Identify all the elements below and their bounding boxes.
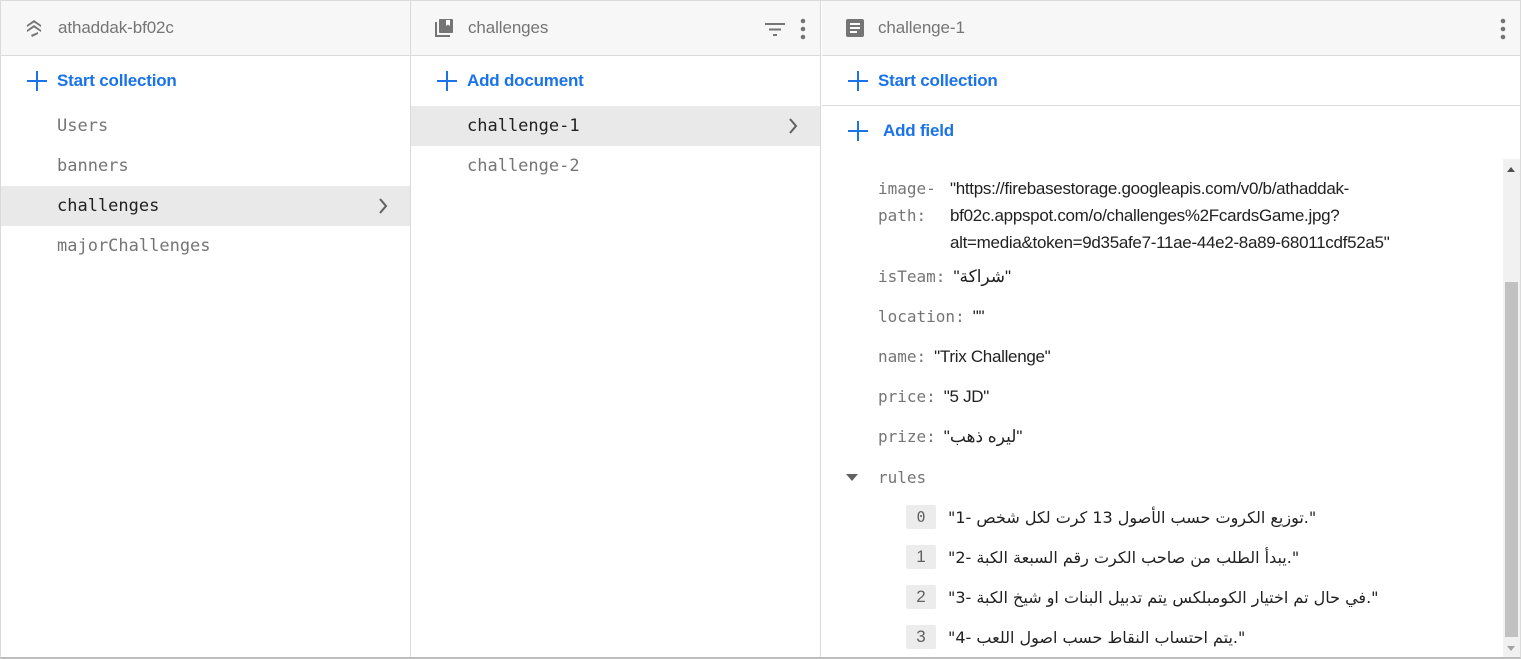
field-key: prize: [878,427,936,446]
root-panel-header: athaddak-bf02c [1,1,410,56]
field-name[interactable]: name: "Trix Challenge" [878,345,1051,369]
collection-item-majorchallenges[interactable]: majorChallenges [1,226,410,266]
collection-header-actions [764,1,806,56]
scroll-up-arrow-icon[interactable] [1507,167,1515,172]
field-key: price: [878,387,936,406]
document-panel: challenge-1 Start collection Add field i… [822,1,1520,657]
field-key: image- path: [878,175,950,256]
field-isteam[interactable]: isTeam: "شراكة" [878,265,1011,289]
root-panel: athaddak-bf02c Start collection Users ba… [1,1,411,657]
more-vert-icon[interactable] [1500,18,1506,40]
field-key: location: [878,307,965,326]
collection-icon [433,17,455,39]
document-label: challenge-2 [467,156,580,176]
collection-title: challenges [468,18,549,37]
collapse-arrow-icon[interactable] [846,473,858,481]
document-item-challenge-2[interactable]: challenge-2 [411,146,820,186]
array-item-value: "3- في حال تم اختيار الكومبلكس يتم تدبيل… [948,587,1379,607]
plus-icon [848,70,868,91]
rules-item[interactable]: 0 "1- توزيع الكروت حسب الأصول 13 كرت لكل… [906,504,1317,530]
vertical-scrollbar[interactable] [1503,159,1520,657]
array-item-value: "2- يبدأ الطلب من صاحب الكرت رقم السبعة … [948,547,1300,567]
array-index-badge: 0 [906,505,936,529]
start-collection-button[interactable]: Start collection [1,56,410,106]
field-key-line: image- [878,179,936,198]
field-value: "5 JD" [943,387,990,406]
document-panel-header: challenge-1 [822,1,1520,56]
plus-icon [437,71,457,91]
field-value: "https://firebasestorage.googleapis.com/… [950,175,1450,256]
add-document-label: Add document [467,71,584,90]
field-value-line: "https://firebasestorage.googleapis.com/… [950,179,1350,198]
collection-item-users[interactable]: Users [1,106,410,146]
field-value: "شراكة" [953,267,1012,286]
array-index-badge: 2 [906,585,936,609]
collection-label: banners [57,156,129,176]
rules-item[interactable]: 3 "4- يتم احتساب النقاط حسب اصول اللعب." [906,624,1246,650]
add-document-button[interactable]: Add document [411,56,820,106]
field-value: "ليره ذهب" [943,427,1023,446]
chevron-right-icon [376,198,390,214]
start-subcollection-button[interactable]: Start collection [822,56,1520,106]
field-key: name: [878,347,927,366]
collection-label: challenges [57,196,160,216]
collection-item-challenges[interactable]: challenges [1,186,410,226]
array-index-badge: 1 [906,545,936,569]
collection-panel-header: challenges [411,1,820,56]
collection-label: Users [57,116,109,136]
collection-label: majorChallenges [57,236,211,256]
plus-icon [848,121,868,141]
field-image-path[interactable]: image- path: "https://firebasestorage.go… [878,175,1450,256]
project-title: athaddak-bf02c [58,18,174,37]
field-prize[interactable]: prize: "ليره ذهب" [878,425,1023,449]
document-header-actions [1500,1,1506,56]
field-value: "Trix Challenge" [934,347,1051,366]
rules-item[interactable]: 2 "3- في حال تم اختيار الكومبلكس يتم تدب… [906,584,1379,610]
start-collection-label: Start collection [57,71,177,90]
rules-item[interactable]: 1 "2- يبدأ الطلب من صاحب الكرت رقم السبع… [906,544,1300,570]
field-price[interactable]: price: "5 JD" [878,385,989,409]
plus-icon [27,71,47,91]
scroll-down-arrow-icon[interactable] [1507,646,1515,651]
field-key: isTeam: [878,267,946,286]
document-label: challenge-1 [467,116,580,136]
array-index-badge: 3 [906,625,936,649]
field-location[interactable]: location: "" [878,305,985,329]
field-key-line: path: [878,206,927,225]
array-item-value: "4- يتم احتساب النقاط حسب اصول اللعب." [948,627,1246,647]
document-icon [844,17,866,39]
field-key: rules [878,467,927,487]
add-field-button[interactable]: Add field [822,106,1520,156]
field-value-line: alt=media&token=9d35afe7-11ae-44e2-8a89-… [950,233,1390,252]
field-value: "" [972,307,985,326]
scrollbar-thumb[interactable] [1505,282,1518,637]
start-collection-label: Start collection [878,70,998,90]
collection-item-banners[interactable]: banners [1,146,410,186]
chevron-right-icon [786,118,800,134]
field-rules-toggle[interactable]: rules [846,465,926,489]
filter-icon[interactable] [764,21,786,37]
firestore-stack-icon [23,17,45,39]
field-value-line: bf02c.appspot.com/o/challenges%2FcardsGa… [950,206,1340,225]
document-title: challenge-1 [878,18,965,37]
document-item-challenge-1[interactable]: challenge-1 [411,106,820,146]
more-vert-icon[interactable] [800,18,806,40]
collection-panel: challenges Add document challenge-1 chal… [411,1,821,657]
add-field-label: Add field [883,121,954,140]
array-item-value: "1- توزيع الكروت حسب الأصول 13 كرت لكل ش… [948,507,1317,527]
document-fields: image- path: "https://firebasestorage.go… [822,159,1520,657]
